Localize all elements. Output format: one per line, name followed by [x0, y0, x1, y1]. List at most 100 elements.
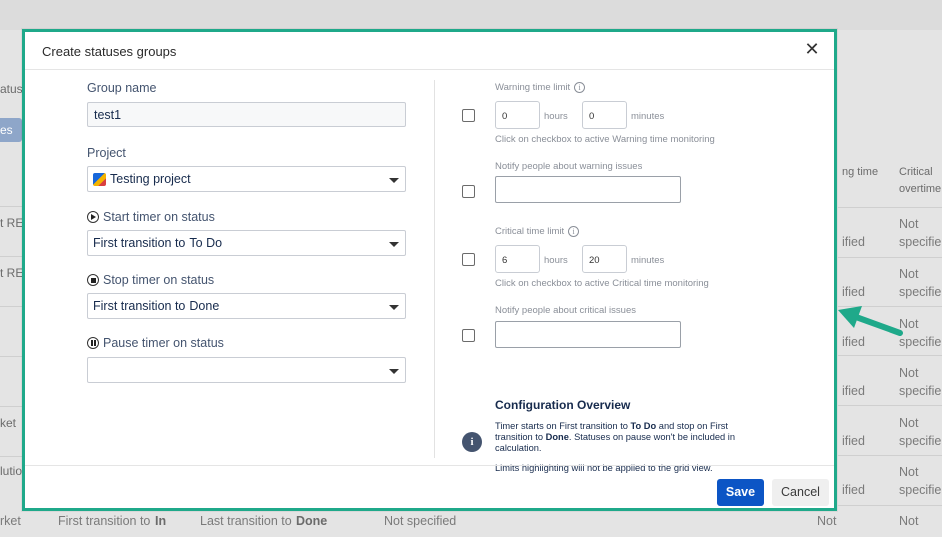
bg-row-divider	[0, 406, 22, 407]
critical-hint: Click on checkbox to active Critical tim…	[495, 278, 709, 289]
warning-limit-checkbox[interactable]	[462, 109, 475, 122]
bg-cell: specifie	[899, 483, 942, 497]
bg-fragment: ket	[0, 416, 17, 430]
limits-column: Warning time limit i 0 hours 0 minutes C…	[459, 80, 829, 473]
stop-timer-prefix: First transition to	[93, 299, 186, 313]
bg-row-divider	[0, 256, 22, 257]
critical-minutes-unit: minutes	[631, 255, 665, 266]
bg-first-transition-prefix: First transition to	[58, 514, 151, 528]
critical-notify-checkbox[interactable]	[462, 329, 475, 342]
info-icon: i	[574, 82, 586, 93]
background-top-band	[0, 0, 942, 30]
critical-limit-label: Critical time limit i	[495, 226, 580, 237]
bg-fragment: rket	[0, 514, 21, 528]
overview-start-status: To Do	[630, 421, 657, 431]
bg-row-divider	[0, 456, 22, 457]
warning-minutes-input[interactable]: 0	[582, 101, 627, 129]
bg-cell: ified	[842, 483, 865, 497]
timer-settings-column: Group name test1 Project Testing project…	[87, 80, 409, 383]
bg-blue-button: es gr	[0, 118, 22, 142]
pause-timer-select[interactable]	[87, 357, 406, 383]
bg-row-divider	[838, 207, 942, 208]
start-timer-label: Start timer on status	[87, 209, 409, 225]
warning-hint: Click on checkbox to active Warning time…	[495, 134, 715, 145]
overview-text-part: Timer starts on First transition to	[495, 421, 631, 431]
bg-fragment: lutio	[0, 464, 23, 478]
group-name-label-text: Group name	[87, 81, 157, 95]
project-select-value: Testing project	[110, 172, 191, 186]
bg-cell: ified	[842, 235, 865, 249]
bg-cell: specifie	[899, 434, 942, 448]
bg-cell: specifie	[899, 384, 942, 398]
warning-notify-input[interactable]	[495, 176, 681, 203]
bg-cell: ified	[842, 285, 865, 299]
bg-last-transition-prefix: Last transition to	[200, 514, 292, 528]
bg-fragment: atus	[0, 82, 23, 96]
bg-blue-button-label: es gr	[0, 123, 13, 137]
critical-notify-input[interactable]	[495, 321, 681, 348]
critical-hours-input[interactable]: 6	[495, 245, 540, 273]
play-icon	[87, 211, 99, 223]
stop-timer-label-text: Stop timer on status	[103, 273, 215, 287]
start-timer-select[interactable]: First transition to To Do	[87, 230, 406, 256]
info-icon: i	[568, 226, 580, 237]
bg-cell: Not	[899, 416, 919, 430]
critical-limit-checkbox[interactable]	[462, 253, 475, 266]
bg-last-transition-status: Done	[296, 514, 328, 528]
warning-limit-label-text: Warning time limit	[495, 82, 571, 93]
warning-notify-checkbox[interactable]	[462, 185, 475, 198]
bg-cell: Not	[899, 366, 919, 380]
bg-fragment: t RE	[0, 266, 24, 280]
close-icon[interactable]: ✕	[804, 40, 820, 58]
group-name-input[interactable]: test1	[87, 102, 406, 127]
critical-notify-label: Notify people about critical issues	[495, 305, 636, 316]
stop-timer-select[interactable]: First transition to Done	[87, 293, 406, 319]
bg-cell: Not	[899, 465, 919, 479]
warning-hours-input[interactable]: 0	[495, 101, 540, 129]
start-timer-status: To Do	[189, 236, 223, 250]
project-select[interactable]: Testing project	[87, 166, 406, 192]
bg-bottom-row: rket First transition to In Last transit…	[0, 508, 942, 537]
dialog-footer: Save Cancel	[25, 465, 834, 511]
overview-stop-status: Done	[545, 432, 569, 442]
project-label-text: Project	[87, 146, 126, 160]
bg-col-header: ng time	[842, 166, 879, 178]
dialog-title: Create statuses groups	[42, 44, 177, 59]
create-statuses-group-dialog: Create statuses groups ✕ Group name test…	[22, 29, 837, 511]
arrow-pointer-icon	[838, 306, 903, 336]
bg-cell: Not	[899, 217, 919, 231]
pause-icon	[87, 337, 99, 349]
stop-timer-status: Done	[189, 299, 220, 313]
critical-limit-label-text: Critical time limit	[495, 226, 565, 237]
bg-cell: ified	[842, 384, 865, 398]
start-timer-label-text: Start timer on status	[103, 210, 215, 224]
bg-row-divider	[0, 206, 22, 207]
cancel-button[interactable]: Cancel	[772, 479, 829, 506]
bg-cell: Not	[899, 267, 919, 281]
pause-timer-label-text: Pause timer on status	[103, 336, 224, 350]
critical-minutes-input[interactable]: 20	[582, 245, 627, 273]
bg-col-header: Critical	[899, 166, 933, 178]
save-button[interactable]: Save	[717, 479, 764, 506]
bg-cell: ified	[842, 434, 865, 448]
bg-not-specified: Not specified	[384, 514, 457, 528]
bg-row-divider	[838, 505, 942, 506]
bg-row-divider	[838, 455, 942, 456]
configuration-overview-text: Timer starts on First transition to To D…	[495, 421, 763, 454]
chevron-down-icon	[389, 369, 399, 374]
bg-row-divider	[0, 306, 22, 307]
bg-fragment: t RE	[0, 216, 24, 230]
dialog-header: Create statuses groups ✕	[25, 32, 834, 70]
bg-row-divider	[838, 405, 942, 406]
chevron-down-icon	[389, 178, 399, 183]
group-name-label: Group name	[87, 80, 409, 96]
chevron-down-icon	[389, 242, 399, 247]
warning-limit-label: Warning time limit i	[495, 82, 586, 93]
bg-row-divider	[0, 356, 22, 357]
info-icon: i	[462, 432, 482, 452]
bg-row-divider	[838, 257, 942, 258]
configuration-overview-title: Configuration Overview	[495, 398, 631, 412]
stop-timer-label: Stop timer on status	[87, 272, 409, 288]
stop-icon	[87, 274, 99, 286]
column-divider	[434, 80, 435, 458]
